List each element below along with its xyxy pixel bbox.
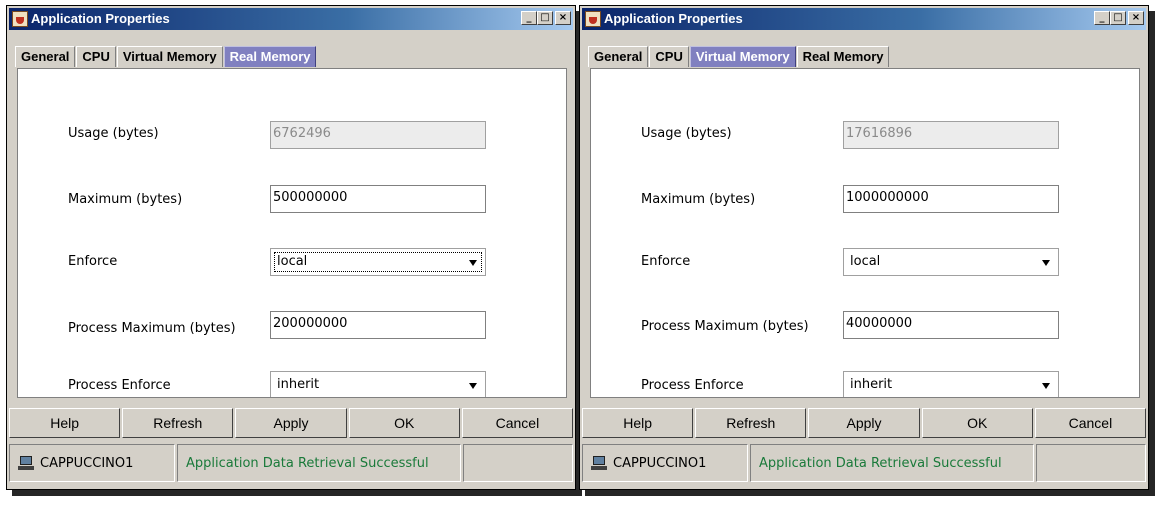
apply-button[interactable]: Apply bbox=[235, 408, 347, 438]
maximize-icon[interactable]: □ bbox=[1110, 11, 1126, 25]
button-bar: Help Refresh Apply OK Cancel bbox=[582, 408, 1147, 442]
ok-button[interactable]: OK bbox=[348, 408, 460, 438]
minimize-icon[interactable]: _ bbox=[1094, 11, 1110, 25]
application-properties-window-2: Application Properties _ □ × General CPU… bbox=[579, 5, 1149, 490]
process-enforce-select[interactable]: inherit bbox=[843, 371, 1059, 397]
status-message: Application Data Retrieval Successful bbox=[750, 444, 1034, 482]
close-icon[interactable]: × bbox=[1128, 11, 1144, 25]
process-enforce-select-value: inherit bbox=[277, 377, 320, 392]
status-empty-cell bbox=[463, 444, 573, 482]
title-bar[interactable]: Application Properties _ □ × bbox=[582, 8, 1146, 30]
process-maximum-field[interactable]: 200000000 bbox=[270, 311, 486, 339]
process-maximum-field[interactable]: 40000000 bbox=[843, 311, 1059, 339]
enforce-select-value: local bbox=[277, 254, 308, 269]
window-title: Application Properties bbox=[31, 11, 170, 26]
title-bar[interactable]: Application Properties _ □ × bbox=[9, 8, 573, 30]
java-cup-icon bbox=[12, 11, 28, 27]
button-bar: Help Refresh Apply OK Cancel bbox=[9, 408, 574, 442]
status-bar: CAPPUCCINO1 Application Data Retrieval S… bbox=[582, 444, 1146, 486]
status-host: CAPPUCCINO1 bbox=[40, 455, 134, 471]
maximum-label: Maximum (bytes) bbox=[68, 192, 183, 207]
cancel-button[interactable]: Cancel bbox=[1034, 408, 1147, 438]
status-host: CAPPUCCINO1 bbox=[613, 455, 707, 471]
tab-virtual-memory[interactable]: Virtual Memory bbox=[689, 46, 796, 67]
tab-cpu[interactable]: CPU bbox=[76, 46, 116, 67]
ok-button[interactable]: OK bbox=[921, 408, 1033, 438]
chevron-down-icon bbox=[469, 260, 477, 266]
tab-general[interactable]: General bbox=[15, 46, 76, 67]
usage-field: 6762496 bbox=[270, 121, 486, 149]
refresh-button[interactable]: Refresh bbox=[695, 408, 807, 438]
tab-real-memory[interactable]: Real Memory bbox=[223, 46, 317, 67]
minimize-icon[interactable]: _ bbox=[521, 11, 537, 25]
enforce-label: Enforce bbox=[641, 254, 691, 269]
usage-label: Usage (bytes) bbox=[68, 126, 159, 141]
tab-general[interactable]: General bbox=[588, 46, 649, 67]
process-maximum-label: Process Maximum (bytes) bbox=[68, 321, 236, 336]
process-maximum-label: Process Maximum (bytes) bbox=[641, 319, 809, 334]
enforce-select[interactable]: local bbox=[270, 248, 486, 276]
tab-panel-real-memory: Usage (bytes) 6762496 Maximum (bytes) 50… bbox=[17, 68, 567, 398]
enforce-select-value: local bbox=[850, 254, 881, 269]
usage-field: 17616896 bbox=[843, 121, 1059, 149]
cancel-button[interactable]: Cancel bbox=[461, 408, 574, 438]
apply-button[interactable]: Apply bbox=[808, 408, 920, 438]
status-message: Application Data Retrieval Successful bbox=[177, 444, 461, 482]
process-enforce-select[interactable]: inherit bbox=[270, 371, 486, 397]
enforce-select[interactable]: local bbox=[843, 248, 1059, 276]
status-host-cell: CAPPUCCINO1 bbox=[582, 444, 748, 482]
tab-strip: General CPU Virtual Memory Real Memory bbox=[588, 46, 890, 68]
process-enforce-label: Process Enforce bbox=[68, 378, 171, 393]
enforce-label: Enforce bbox=[68, 254, 118, 269]
status-host-cell: CAPPUCCINO1 bbox=[9, 444, 175, 482]
chevron-down-icon bbox=[1042, 383, 1050, 389]
window-title: Application Properties bbox=[604, 11, 743, 26]
maximum-field[interactable]: 1000000000 bbox=[843, 185, 1059, 213]
chevron-down-icon bbox=[1042, 260, 1050, 266]
chevron-down-icon bbox=[469, 383, 477, 389]
computer-icon bbox=[591, 456, 607, 470]
application-properties-window-1: Application Properties _ □ × General CPU… bbox=[6, 5, 576, 490]
computer-icon bbox=[18, 456, 34, 470]
status-empty-cell bbox=[1036, 444, 1146, 482]
tab-virtual-memory[interactable]: Virtual Memory bbox=[116, 46, 223, 67]
tab-strip: General CPU Virtual Memory Real Memory bbox=[15, 46, 317, 68]
tab-panel-virtual-memory: Usage (bytes) 17616896 Maximum (bytes) 1… bbox=[590, 68, 1140, 398]
status-bar: CAPPUCCINO1 Application Data Retrieval S… bbox=[9, 444, 573, 486]
tab-cpu[interactable]: CPU bbox=[649, 46, 689, 67]
help-button[interactable]: Help bbox=[582, 408, 694, 438]
close-icon[interactable]: × bbox=[555, 11, 571, 25]
maximum-field[interactable]: 500000000 bbox=[270, 185, 486, 213]
process-enforce-label: Process Enforce bbox=[641, 378, 744, 393]
process-enforce-select-value: inherit bbox=[850, 377, 893, 392]
java-cup-icon bbox=[585, 11, 601, 27]
refresh-button[interactable]: Refresh bbox=[122, 408, 234, 438]
maximum-label: Maximum (bytes) bbox=[641, 192, 756, 207]
help-button[interactable]: Help bbox=[9, 408, 121, 438]
usage-label: Usage (bytes) bbox=[641, 126, 732, 141]
maximize-icon[interactable]: □ bbox=[537, 11, 553, 25]
tab-real-memory[interactable]: Real Memory bbox=[796, 46, 890, 67]
